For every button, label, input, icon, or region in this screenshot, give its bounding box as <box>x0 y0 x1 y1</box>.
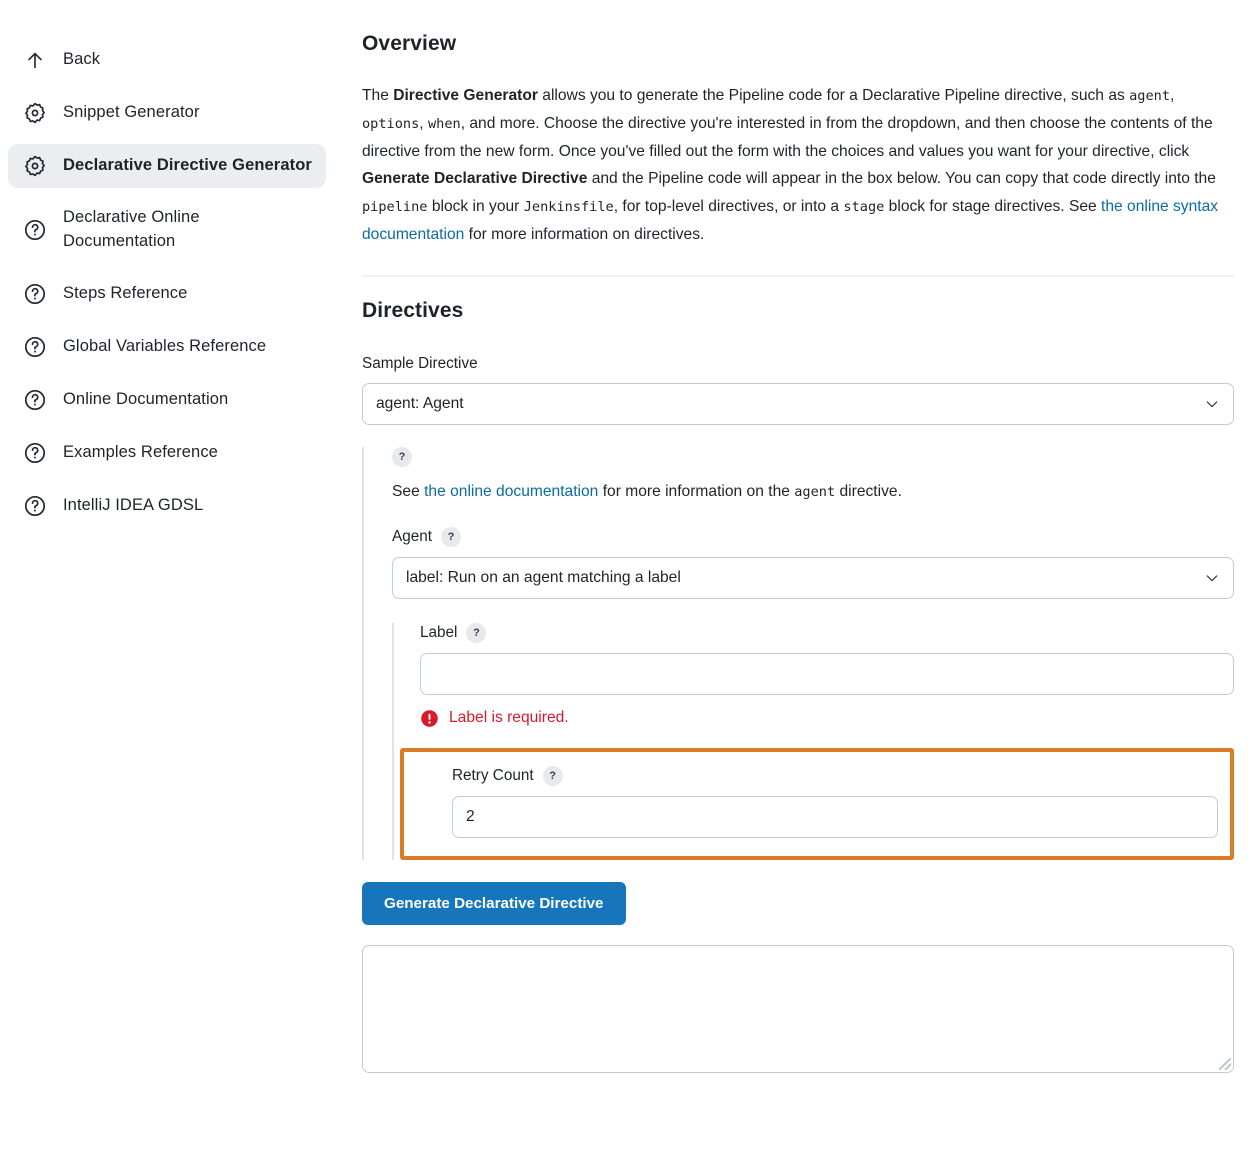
sidebar-item-label: Snippet Generator <box>63 103 200 122</box>
chevron-down-icon <box>1204 396 1220 412</box>
code-agent-inline: agent <box>794 483 836 500</box>
generated-output-textarea[interactable] <box>362 944 1234 1073</box>
error-icon <box>420 709 439 728</box>
directive-help-row: ? <box>392 446 1234 467</box>
sidebar-item-label: Global Variables Reference <box>63 336 267 355</box>
overview-text: and the Pipeline code will appear in the… <box>587 170 1216 188</box>
code-when: when <box>427 115 461 132</box>
agent-select[interactable]: label: Run on an agent matching a label <box>392 556 1234 599</box>
sidebar-item-intellij-idea-gdsl[interactable]: IntelliJ IDEA GDSL <box>8 484 326 528</box>
sidebar-item-examples-reference[interactable]: Examples Reference <box>8 431 326 475</box>
label-field: Label ? Label is required. <box>420 622 1234 728</box>
code-agent: agent <box>1129 88 1171 104</box>
sidebar-item-online-documentation[interactable]: Online Documentation <box>8 378 326 422</box>
retry-count-input[interactable]: 2 <box>452 795 1218 838</box>
overview-text: The <box>362 87 394 104</box>
sidebar-item-label: Declarative Directive Generator <box>63 156 312 175</box>
label-agent-group: Label ? Label is required. Retry Count ?… <box>392 622 1234 860</box>
sidebar-item-declarative-online-documentation[interactable]: Declarative Online Documentation <box>8 197 326 263</box>
sidebar-item-global-variables-reference[interactable]: Global Variables Reference <box>8 325 326 369</box>
sample-directive-select[interactable]: agent: Agent <box>362 382 1234 425</box>
label-label: Label <box>420 623 458 641</box>
sample-directive-field: Sample Directive agent: Agent <box>362 355 1234 425</box>
label-error-message: Label is required. <box>420 709 1234 728</box>
agent-label-row: Agent ? <box>392 526 1234 547</box>
question-circle-icon <box>22 493 48 519</box>
overview-text: , for top-level directives, or into a <box>613 198 844 215</box>
sidebar-item-declarative-directive-generator[interactable]: Declarative Directive Generator <box>8 144 326 188</box>
directives-title: Directives <box>362 298 464 322</box>
help-icon[interactable]: ? <box>440 526 461 547</box>
sidebar-item-label: Declarative Online Documentation <box>63 208 200 250</box>
overview-strong-generate-declarative-directive: Generate Declarative Directive <box>362 170 588 188</box>
app-root: Back Snippet Generator Declarative Direc… <box>0 0 1252 1172</box>
sidebar-item-label: Examples Reference <box>63 442 218 461</box>
generated-output-wrapper <box>362 944 1234 1073</box>
help-icon[interactable]: ? <box>542 765 563 786</box>
error-text: Label is required. <box>449 709 569 726</box>
code-stage: stage <box>843 199 885 215</box>
label-label-row: Label ? <box>420 622 1234 643</box>
sample-directive-value: agent: Agent <box>376 394 464 412</box>
online-documentation-link[interactable]: the online documentation <box>424 483 598 500</box>
generate-declarative-directive-button[interactable]: Generate Declarative Directive <box>362 881 626 925</box>
doc-text: for more information on the <box>598 482 795 500</box>
label-input[interactable] <box>420 652 1234 695</box>
overview-paragraph: The Directive Generator allows you to ge… <box>362 82 1234 249</box>
overview-text: , <box>419 114 428 132</box>
retry-count-label: Retry Count <box>452 766 534 784</box>
agent-value: label: Run on an agent matching a label <box>406 568 681 586</box>
overview-text: block for stage directives. See <box>884 198 1102 215</box>
retry-count-field: Retry Count ? 2 <box>452 765 1218 838</box>
retry-count-highlight-box: Retry Count ? 2 <box>400 747 1234 860</box>
overview-text: for more information on directives. <box>464 225 705 243</box>
section-divider <box>362 274 1234 277</box>
sidebar-item-label: Steps Reference <box>63 283 188 302</box>
question-circle-icon <box>22 217 48 243</box>
retry-count-label-row: Retry Count ? <box>452 765 1218 786</box>
sidebar-item-steps-reference[interactable]: Steps Reference <box>8 272 326 316</box>
sidebar-item-snippet-generator[interactable]: Snippet Generator <box>8 91 326 135</box>
overview-text: block in your <box>427 198 524 215</box>
code-options: options <box>362 115 420 132</box>
page-title: Overview <box>362 32 457 55</box>
gear-icon <box>22 100 48 126</box>
agent-label: Agent <box>392 527 432 545</box>
help-icon[interactable]: ? <box>392 446 412 467</box>
code-jenkinsfile: Jenkinsfile <box>523 199 614 215</box>
sidebar-item-back[interactable]: Back <box>8 38 326 82</box>
question-circle-icon <box>22 281 48 307</box>
help-icon[interactable]: ? <box>466 622 487 643</box>
chevron-down-icon <box>1204 570 1220 586</box>
agent-directive-group: ? See the online documentation for more … <box>362 446 1234 860</box>
overview-text: , <box>1170 87 1175 104</box>
gear-icon <box>22 153 48 179</box>
overview-strong-directive-generator: Directive Generator <box>393 87 538 104</box>
question-circle-icon <box>22 387 48 413</box>
sidebar-item-label: Back <box>63 50 101 69</box>
directive-documentation-line: See the online documentation for more in… <box>392 483 1234 501</box>
sidebar-item-label: Online Documentation <box>63 389 229 408</box>
code-pipeline: pipeline <box>362 199 428 215</box>
sidebar-item-label: IntelliJ IDEA GDSL <box>63 495 204 514</box>
overview-text: allows you to generate the Pipeline code… <box>537 87 1130 104</box>
sidebar: Back Snippet Generator Declarative Direc… <box>0 0 340 1172</box>
question-circle-icon <box>22 334 48 360</box>
agent-field: Agent ? label: Run on an agent matching … <box>392 526 1234 599</box>
sample-directive-label: Sample Directive <box>362 354 478 372</box>
overview-text: , and more. Choose the directive you're … <box>362 114 1213 160</box>
arrow-up-icon <box>22 47 48 73</box>
doc-text: See <box>392 482 425 500</box>
resize-handle-icon[interactable] <box>1219 1057 1231 1070</box>
doc-text: directive. <box>835 482 902 500</box>
question-circle-icon <box>22 440 48 466</box>
main-content: Overview The Directive Generator allows … <box>340 0 1252 1172</box>
